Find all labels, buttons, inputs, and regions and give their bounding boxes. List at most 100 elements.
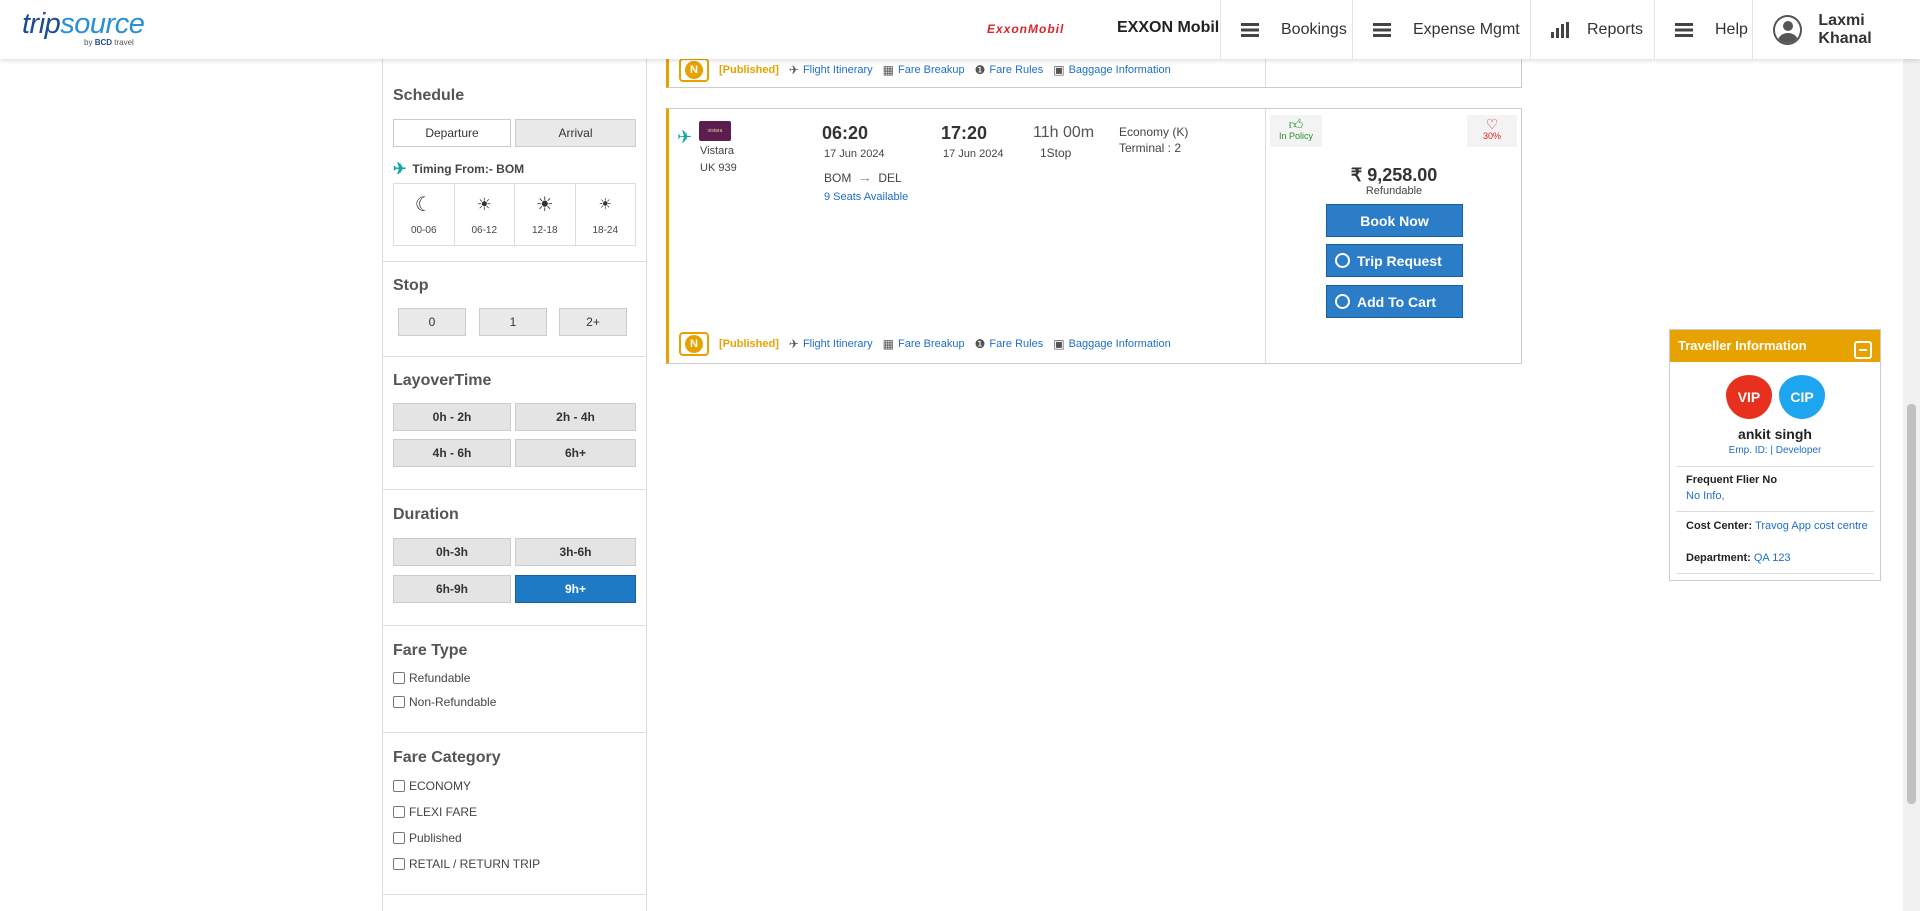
schedule-title: Schedule [393,87,465,104]
duration-9plus-button[interactable]: 9h+ [515,575,636,603]
arrival-tab[interactable]: Arrival [515,119,636,147]
refundable-label: Refundable [1365,185,1423,197]
retail-return-checkbox[interactable] [393,858,405,870]
flexi-fare-checkbox-row[interactable]: FLEXI FARE [393,805,477,819]
tripsource-logo[interactable]: tripsource by BCD travel [22,8,145,47]
published-tag: [Published] [719,64,779,76]
flight-duration: 11h 00m [1033,124,1095,141]
arrow-right-icon: → [857,169,873,186]
calculator-icon: ▦ [882,63,894,77]
scrollbar-thumb[interactable] [1907,404,1916,804]
fare-rules-link[interactable]: ❶ Fare Rules [975,337,1044,351]
fare-category-filter: Fare Category ECONOMY FLEXI FARE Publish… [383,733,646,895]
cip-badge: CIP [1779,375,1825,419]
fare-price: ₹ 9,258.00 [1350,165,1438,185]
menu-icon [1675,22,1693,37]
fare-badge-icon: N [679,332,709,356]
add-to-cart-button[interactable]: Add To Cart [1326,285,1463,318]
duration-6-9-button[interactable]: 6h-9h [393,575,511,603]
top-header: tripsource by BCD travel ExxonMobil EXXO… [0,0,1920,59]
vip-badge: VIP [1726,375,1772,419]
fare-badge-icon: N [679,58,709,82]
baggage-info-link[interactable]: ▣ Baggage Information [1053,63,1170,77]
published-tag: [Published] [719,338,779,350]
published-checkbox-row[interactable]: Published [393,831,462,845]
menu-icon [1373,22,1391,37]
flexi-fare-checkbox[interactable] [393,806,405,818]
baggage-info-link[interactable]: ▣ Baggage Information [1053,337,1170,351]
departure-tab[interactable]: Departure [393,119,511,147]
layover-6plus-button[interactable]: 6h+ [515,439,636,467]
fare-rules-link[interactable]: ❶ Fare Rules [975,63,1044,77]
traveller-info-panel: Traveller Information VIP CIP ankit sing… [1669,329,1881,581]
flight-itinerary-link[interactable]: ✈ Flight Itinerary [789,63,873,77]
duration-3-6-button[interactable]: 3h-6h [515,538,636,566]
layover-0-2-button[interactable]: 0h - 2h [393,403,511,431]
calculator-icon: ▦ [882,337,894,351]
in-policy-badge: 👍︎ In Policy [1270,115,1322,147]
info-icon: ❶ [974,63,986,77]
stop-0-button[interactable]: 0 [398,308,466,336]
route: BOM → DEL [824,169,902,186]
favorite-badge[interactable]: ♡ 30% [1467,115,1517,147]
schedule-filter: Schedule Departure Arrival ✈ Timing From:… [383,59,646,262]
stop-1-button[interactable]: 1 [479,308,547,336]
user-menu[interactable]: Laxmi Khanal [1752,0,1920,59]
fare-type-filter: Fare Type Refundable Non-Refundable [383,626,646,733]
client-logo: ExxonMobil [987,22,1065,36]
non-refundable-checkbox-row[interactable]: Non-Refundable [393,695,496,709]
book-now-button[interactable]: Book Now [1326,204,1463,237]
fare-breakup-link[interactable]: ▦ Fare Breakup [883,63,965,77]
user-avatar-icon [1773,14,1803,45]
arrival-time: 17:20 [941,123,988,143]
departure-date: 17 Jun 2024 [824,148,885,160]
minimize-icon[interactable] [1854,341,1872,359]
airline-name: Vistara [700,145,735,157]
time-slot-12-18[interactable]: ☀ 12-18 [515,184,576,245]
economy-checkbox[interactable] [393,780,405,792]
published-checkbox[interactable] [393,832,405,844]
sunset-icon: ☀ [598,195,612,213]
departure-time: 06:20 [822,123,869,143]
radio-icon [1335,294,1350,309]
traveller-name: ankit singh [1738,426,1812,442]
plane-icon: ✈ [788,63,799,77]
info-icon: ❶ [974,337,986,351]
retail-return-checkbox-row[interactable]: RETAIL / RETURN TRIP [393,857,540,871]
fare-breakup-link[interactable]: ▦ Fare Breakup [883,337,965,351]
card-links-row: N [Published] ✈ Flight Itinerary ▦ Fare Br… [679,58,1171,82]
time-slot-grid: ☾ 00-06 ☀ 06-12 ☀ 12-18 ☀ 18-24 [393,183,636,246]
nav-expense-mgmt[interactable]: Expense Mgmt [1352,0,1530,59]
layover-2-4-button[interactable]: 2h - 4h [515,403,636,431]
refundable-checkbox-row[interactable]: Refundable [393,671,470,685]
duration-0-3-button[interactable]: 0h-3h [393,538,511,566]
frequent-flier-label: Frequent Flier No [1686,474,1778,486]
page-scrollbar[interactable] [1903,59,1920,911]
nav-reports[interactable]: Reports [1530,0,1654,59]
nav-bookings[interactable]: Bookings [1220,0,1352,59]
trip-request-button[interactable]: Trip Request [1326,244,1463,277]
frequent-flier-value: No Info, [1686,490,1725,502]
flight-itinerary-link[interactable]: ✈ Flight Itinerary [789,337,873,351]
terminal: Terminal : 2 [1119,141,1182,155]
stop-2plus-button[interactable]: 2+ [559,308,627,336]
time-slot-00-06[interactable]: ☾ 00-06 [394,184,455,245]
radio-icon [1335,253,1350,268]
non-refundable-checkbox[interactable] [393,696,405,708]
moon-icon: ☾ [414,193,433,216]
heart-icon: ♡ [1485,116,1499,132]
plane-icon: ✈ [393,161,407,178]
flight-stops: 1Stop [1040,146,1072,160]
flight-number: UK 939 [700,162,737,174]
bar-chart-icon [1551,21,1569,38]
refundable-checkbox[interactable] [393,672,405,684]
cost-center: Cost Center: Travog App cost centre [1686,520,1868,532]
arrival-date: 17 Jun 2024 [943,148,1004,160]
department: Department: QA 123 [1686,552,1791,564]
economy-checkbox-row[interactable]: ECONOMY [393,779,471,793]
card-links-row: N [Published] ✈ Flight Itinerary ▦ Fare Br… [679,332,1171,356]
time-slot-18-24[interactable]: ☀ 18-24 [576,184,636,245]
time-slot-06-12[interactable]: ☀ 06-12 [455,184,515,245]
nav-help[interactable]: Help [1654,0,1752,59]
layover-4-6-button[interactable]: 4h - 6h [393,439,511,467]
